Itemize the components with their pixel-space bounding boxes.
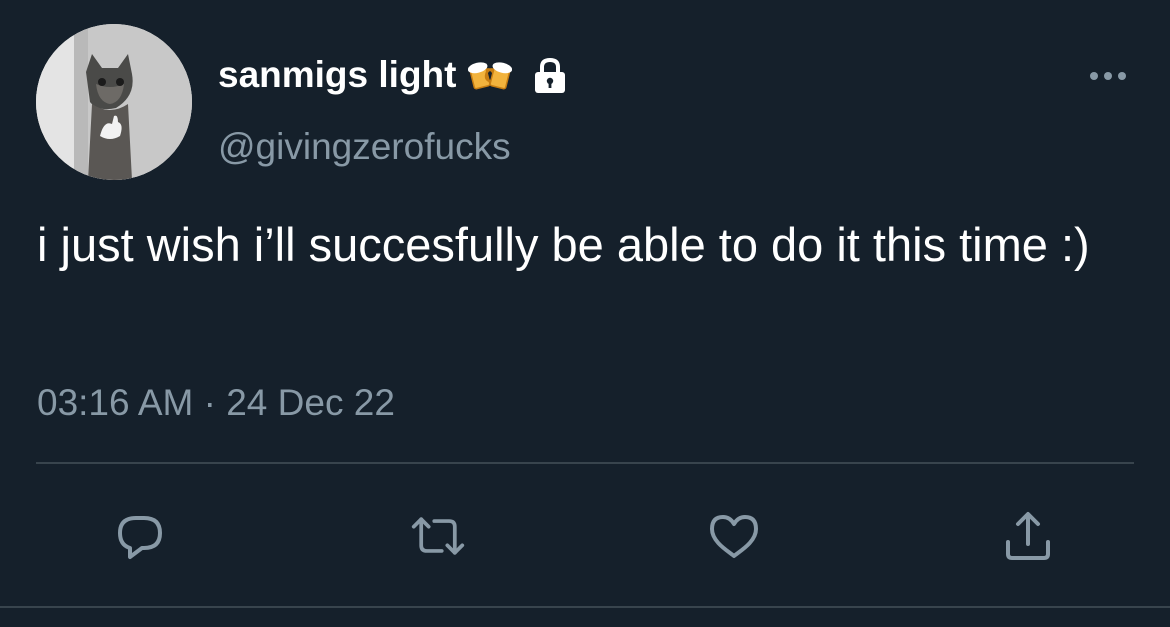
avatar-cat-image	[36, 24, 192, 180]
meta-separator: ·	[203, 382, 216, 423]
beer-mugs-emoji	[468, 57, 513, 93]
tweet-actions	[0, 508, 1170, 564]
tweet-time: 03:16 AM	[37, 382, 194, 423]
user-name-row: sanmigs light	[218, 50, 570, 100]
tweet-date: 24 Dec 22	[226, 382, 395, 423]
like-button[interactable]	[706, 508, 762, 564]
more-horizontal-icon	[1090, 72, 1126, 80]
retweet-icon	[411, 517, 465, 555]
avatar[interactable]	[36, 24, 192, 180]
retweet-button[interactable]	[410, 508, 466, 564]
reply-button[interactable]	[112, 508, 168, 564]
share-button[interactable]	[1000, 508, 1056, 564]
tweet-timestamp[interactable]: 03:16 AM · 24 Dec 22	[37, 379, 395, 427]
divider	[36, 462, 1134, 464]
share-icon	[1006, 512, 1050, 560]
lock-icon	[530, 55, 570, 95]
heart-icon	[710, 515, 758, 558]
reply-icon	[118, 516, 162, 559]
display-name[interactable]: sanmigs light	[218, 50, 456, 100]
more-options-button[interactable]	[1084, 56, 1132, 96]
tweet-text: i just wish i’ll succesfully be able to …	[37, 218, 1090, 271]
user-handle[interactable]: @givingzerofucks	[218, 124, 511, 170]
divider	[0, 606, 1170, 608]
